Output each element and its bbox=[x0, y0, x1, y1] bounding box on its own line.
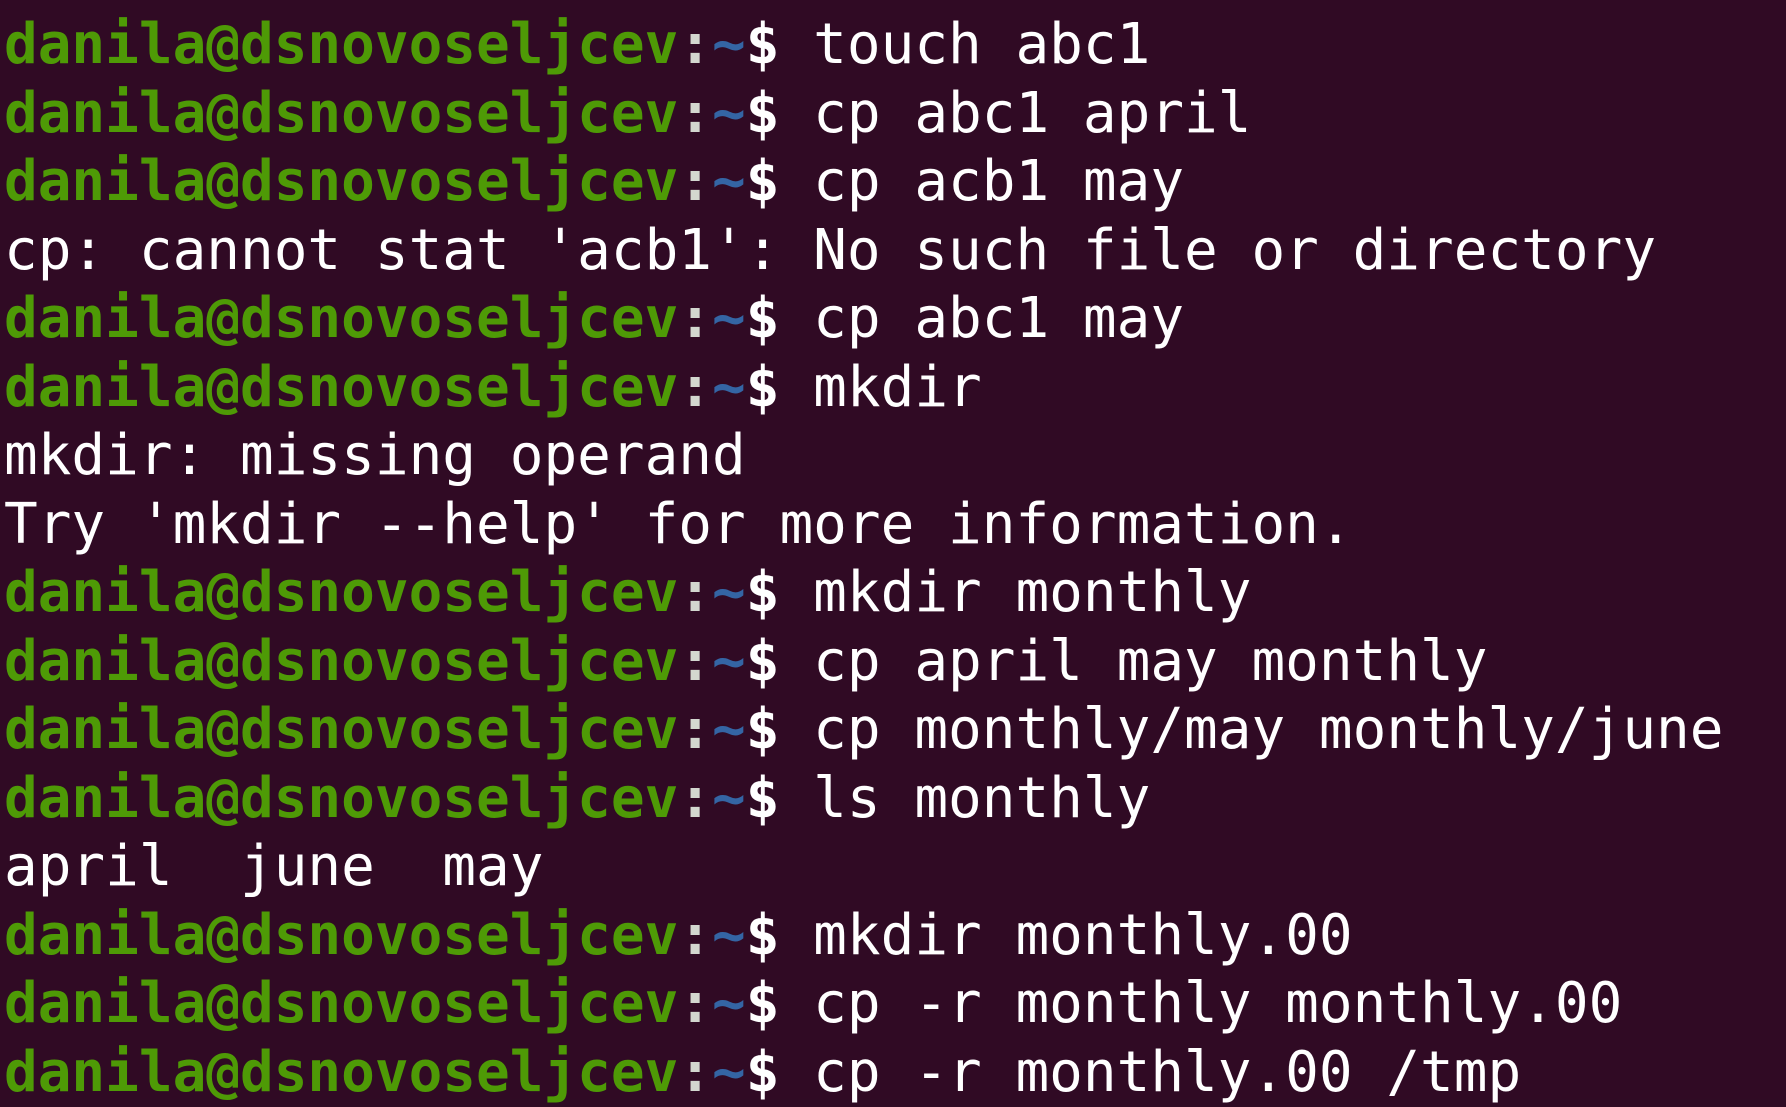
prompt-symbol: $ bbox=[746, 12, 813, 77]
prompt-path: ~ bbox=[712, 971, 746, 1036]
prompt-path: ~ bbox=[712, 697, 746, 762]
prompt-separator: : bbox=[678, 1040, 712, 1105]
output-line: mkdir: missing operand bbox=[4, 422, 1786, 491]
command-text: mkdir bbox=[813, 355, 982, 420]
prompt-user-host: danila@dsnovoseljcev bbox=[4, 697, 678, 762]
command-text: cp abc1 may bbox=[813, 286, 1184, 351]
command-text: touch abc1 bbox=[813, 12, 1150, 77]
prompt-user-host: danila@dsnovoseljcev bbox=[4, 629, 678, 694]
prompt-symbol: $ bbox=[746, 1040, 813, 1105]
command-text: cp -r monthly monthly.00 bbox=[813, 971, 1622, 1036]
prompt-user-host: danila@dsnovoseljcev bbox=[4, 560, 678, 625]
command-line: danila@dsnovoseljcev:~$ cp abc1 april bbox=[4, 80, 1786, 149]
prompt-user-host: danila@dsnovoseljcev bbox=[4, 12, 678, 77]
prompt-separator: : bbox=[678, 149, 712, 214]
command-line: danila@dsnovoseljcev:~$ mkdir monthly.00 bbox=[4, 902, 1786, 971]
command-line: danila@dsnovoseljcev:~$ touch abc1 bbox=[4, 11, 1786, 80]
prompt-path: ~ bbox=[712, 286, 746, 351]
prompt-separator: : bbox=[678, 971, 712, 1036]
command-text: cp acb1 may bbox=[813, 149, 1184, 214]
prompt-symbol: $ bbox=[746, 149, 813, 214]
prompt-path: ~ bbox=[712, 629, 746, 694]
command-line: danila@dsnovoseljcev:~$ cp monthly/may m… bbox=[4, 696, 1786, 765]
command-line: danila@dsnovoseljcev:~$ cp acb1 may bbox=[4, 148, 1786, 217]
output-text: april june may bbox=[4, 834, 543, 899]
command-line: danila@dsnovoseljcev:~$ cp abc1 may bbox=[4, 285, 1786, 354]
prompt-user-host: danila@dsnovoseljcev bbox=[4, 355, 678, 420]
prompt-separator: : bbox=[678, 286, 712, 351]
prompt-path: ~ bbox=[712, 149, 746, 214]
prompt-path: ~ bbox=[712, 12, 746, 77]
command-line: danila@dsnovoseljcev:~$ mkdir monthly bbox=[4, 559, 1786, 628]
output-text: Try 'mkdir --help' for more information. bbox=[4, 492, 1353, 557]
prompt-separator: : bbox=[678, 12, 712, 77]
prompt-path: ~ bbox=[712, 1040, 746, 1105]
prompt-separator: : bbox=[678, 629, 712, 694]
prompt-separator: : bbox=[678, 81, 712, 146]
output-line: april june may bbox=[4, 833, 1786, 902]
command-text: cp april may monthly bbox=[813, 629, 1487, 694]
prompt-user-host: danila@dsnovoseljcev bbox=[4, 81, 678, 146]
prompt-path: ~ bbox=[712, 355, 746, 420]
command-text: ls monthly bbox=[813, 766, 1150, 831]
command-line: danila@dsnovoseljcev:~$ cp -r monthly.00… bbox=[4, 1039, 1786, 1107]
prompt-path: ~ bbox=[712, 560, 746, 625]
prompt-symbol: $ bbox=[746, 971, 813, 1036]
prompt-path: ~ bbox=[712, 81, 746, 146]
prompt-symbol: $ bbox=[746, 629, 813, 694]
prompt-path: ~ bbox=[712, 903, 746, 968]
prompt-symbol: $ bbox=[746, 697, 813, 762]
prompt-user-host: danila@dsnovoseljcev bbox=[4, 766, 678, 831]
prompt-symbol: $ bbox=[746, 355, 813, 420]
prompt-user-host: danila@dsnovoseljcev bbox=[4, 286, 678, 351]
command-line: danila@dsnovoseljcev:~$ ls monthly bbox=[4, 765, 1786, 834]
prompt-user-host: danila@dsnovoseljcev bbox=[4, 149, 678, 214]
output-line: cp: cannot stat 'acb1': No such file or … bbox=[4, 217, 1786, 286]
prompt-symbol: $ bbox=[746, 560, 813, 625]
output-text: mkdir: missing operand bbox=[4, 423, 746, 488]
command-line: danila@dsnovoseljcev:~$ cp april may mon… bbox=[4, 628, 1786, 697]
prompt-symbol: $ bbox=[746, 286, 813, 351]
prompt-user-host: danila@dsnovoseljcev bbox=[4, 1040, 678, 1105]
prompt-separator: : bbox=[678, 697, 712, 762]
prompt-symbol: $ bbox=[746, 766, 813, 831]
prompt-separator: : bbox=[678, 903, 712, 968]
command-text: cp -r monthly.00 /tmp bbox=[813, 1040, 1521, 1105]
command-text: mkdir monthly bbox=[813, 560, 1251, 625]
prompt-user-host: danila@dsnovoseljcev bbox=[4, 971, 678, 1036]
prompt-symbol: $ bbox=[746, 81, 813, 146]
command-text: mkdir monthly.00 bbox=[813, 903, 1352, 968]
command-line: danila@dsnovoseljcev:~$ cp -r monthly mo… bbox=[4, 970, 1786, 1039]
prompt-separator: : bbox=[678, 766, 712, 831]
output-text: cp: cannot stat 'acb1': No such file or … bbox=[4, 218, 1656, 283]
command-text: cp abc1 april bbox=[813, 81, 1251, 146]
prompt-symbol: $ bbox=[746, 903, 813, 968]
output-line: Try 'mkdir --help' for more information. bbox=[4, 491, 1786, 560]
command-text: cp monthly/may monthly/june bbox=[813, 697, 1723, 762]
prompt-user-host: danila@dsnovoseljcev bbox=[4, 903, 678, 968]
prompt-separator: : bbox=[678, 355, 712, 420]
terminal-window[interactable]: danila@dsnovoseljcev:~$ touch abc1danila… bbox=[0, 0, 1786, 1099]
prompt-path: ~ bbox=[712, 766, 746, 831]
prompt-separator: : bbox=[678, 560, 712, 625]
command-line: danila@dsnovoseljcev:~$ mkdir bbox=[4, 354, 1786, 423]
